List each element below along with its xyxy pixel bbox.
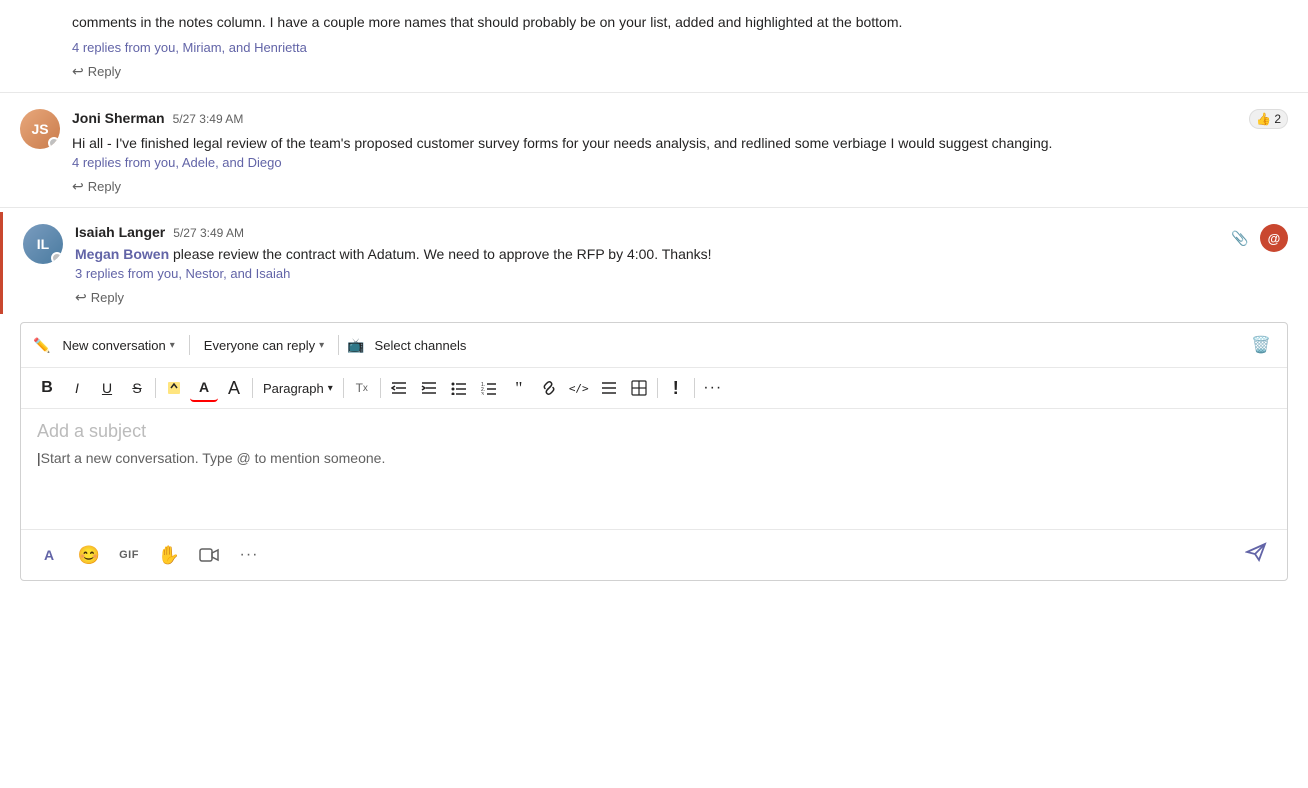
fmt-separator1 <box>155 378 156 398</box>
fmt-separator6 <box>694 378 695 398</box>
avatar-status-badge <box>48 137 60 149</box>
at-mention-icon[interactable]: @ <box>1260 224 1288 252</box>
divider <box>0 92 1308 93</box>
video-button[interactable] <box>193 539 225 571</box>
select-channels-button[interactable]: Select channels <box>369 334 473 357</box>
toolbar-separator1 <box>189 335 190 355</box>
main-container: comments in the notes column. I have a c… <box>0 0 1308 788</box>
paragraph-label: Paragraph <box>263 381 324 396</box>
compose-body[interactable]: Add a subject |Start a new conversation.… <box>21 409 1287 529</box>
reply-button-isaiah[interactable]: ↩ Reply <box>75 289 124 306</box>
everyone-can-reply-button[interactable]: Everyone can reply ▾ <box>198 334 330 357</box>
compose-toolbar-top: ✏️ New conversation ▾ Everyone can reply… <box>21 323 1287 368</box>
paragraph-chevron-icon: ▾ <box>328 383 333 394</box>
svg-text:3.: 3. <box>481 392 485 395</box>
reply-arrow-icon: ↩ <box>72 63 84 80</box>
messages-area: comments in the notes column. I have a c… <box>0 0 1308 788</box>
more-formatting-button[interactable]: ··· <box>699 374 727 402</box>
fmt-separator3 <box>343 378 344 398</box>
new-conversation-button[interactable]: New conversation ▾ <box>56 334 180 357</box>
font-color-button[interactable]: A <box>190 374 218 402</box>
more-actions-button[interactable]: ··· <box>233 539 265 571</box>
message-item-joni: JS Joni Sherman 5/27 3:49 AM 👍 2 Hi all … <box>0 97 1308 203</box>
message-text: comments in the notes column. I have a c… <box>72 12 1288 33</box>
formatting-toolbar: B I U S A A Paragraph ▾ <box>21 368 1287 409</box>
italic-button[interactable]: I <box>63 374 91 402</box>
reply-label-joni: Reply <box>88 179 121 194</box>
replies-link[interactable]: 4 replies from you, Miriam, and Henriett… <box>72 40 307 55</box>
body-text-placeholder: Start a new conversation. Type @ to ment… <box>41 450 386 466</box>
divider2 <box>0 207 1308 208</box>
message-time-joni: 5/27 3:49 AM <box>173 112 244 126</box>
format-text-button[interactable]: A <box>33 539 65 571</box>
toolbar-separator2 <box>338 335 339 355</box>
reply-arrow-icon-isaiah: ↩ <box>75 289 87 306</box>
table-button[interactable] <box>625 374 653 402</box>
message-time-isaiah: 5/27 3:49 AM <box>173 226 244 240</box>
mention-text: Megan Bowen <box>75 246 169 262</box>
fmt-separator4 <box>380 378 381 398</box>
emoji-button[interactable]: 😊 <box>73 539 105 571</box>
replies-link-joni[interactable]: 4 replies from you, Adele, and Diego <box>72 155 282 170</box>
paragraph-select-button[interactable]: Paragraph ▾ <box>257 379 339 398</box>
reply-arrow-icon-joni: ↩ <box>72 178 84 195</box>
message-content-joni: Joni Sherman 5/27 3:49 AM 👍 2 Hi all - I… <box>72 109 1288 195</box>
reply-label-isaiah: Reply <box>91 290 124 305</box>
reply-button[interactable]: ↩ Reply <box>72 63 121 80</box>
important-button[interactable]: ! <box>662 374 690 402</box>
avatar-isaiah: IL <box>23 224 63 264</box>
avatar-initials: JS <box>31 121 48 137</box>
reply-label: Reply <box>88 64 121 79</box>
reply-button-joni[interactable]: ↩ Reply <box>72 178 121 195</box>
replies-link-isaiah[interactable]: 3 replies from you, Nestor, and Isaiah <box>75 266 290 281</box>
message-item-isaiah: IL Isaiah Langer 5/27 3:49 AM Megan Bowe… <box>0 212 1308 314</box>
select-channels-label: Select channels <box>375 338 467 353</box>
bold-button[interactable]: B <box>33 374 61 402</box>
code-button[interactable]: </> <box>565 374 593 402</box>
fmt-separator5 <box>657 378 658 398</box>
avatar-joni: JS <box>20 109 60 149</box>
message-text-isaiah: Megan Bowen please review the contract w… <box>75 244 1288 265</box>
edit-icon: ✏️ <box>33 337 50 354</box>
channels-icon: 📺 <box>347 337 364 354</box>
message-header-joni: Joni Sherman 5/27 3:49 AM 👍 2 <box>72 109 1288 129</box>
clear-format-button[interactable]: Tx <box>348 374 376 402</box>
decrease-indent-button[interactable] <box>385 374 413 402</box>
align-button[interactable] <box>595 374 623 402</box>
reaction-badge-joni[interactable]: 👍 2 <box>1249 109 1288 129</box>
paperclip-icon[interactable]: 📎 <box>1228 226 1252 250</box>
new-conversation-label: New conversation <box>62 338 165 353</box>
message-content: comments in the notes column. I have a c… <box>72 12 1288 80</box>
font-size-button[interactable]: A <box>220 374 248 402</box>
subject-placeholder[interactable]: Add a subject <box>37 421 1271 442</box>
send-button[interactable] <box>1237 538 1275 572</box>
strikethrough-button[interactable]: S <box>123 374 151 402</box>
body-placeholder[interactable]: |Start a new conversation. Type @ to men… <box>37 450 1271 466</box>
message-text-joni: Hi all - I've finished legal review of t… <box>72 133 1288 154</box>
quote-button[interactable]: " <box>505 374 533 402</box>
message-item: comments in the notes column. I have a c… <box>0 0 1308 88</box>
bullet-list-button[interactable] <box>445 374 473 402</box>
message-content-isaiah: Isaiah Langer 5/27 3:49 AM Megan Bowen p… <box>75 224 1288 306</box>
avatar-status-badge-isaiah <box>51 252 63 264</box>
numbered-list-button[interactable]: 1.2.3. <box>475 374 503 402</box>
fmt-separator2 <box>252 378 253 398</box>
avatar-initials-isaiah: IL <box>37 236 49 252</box>
chevron-down-icon: ▾ <box>170 340 175 351</box>
compose-area: ✏️ New conversation ▾ Everyone can reply… <box>20 322 1288 581</box>
everyone-can-reply-label: Everyone can reply <box>204 338 315 353</box>
highlight-button[interactable] <box>160 374 188 402</box>
link-button[interactable] <box>535 374 563 402</box>
gif-button[interactable]: GIF <box>113 539 145 571</box>
sticker-hand-button[interactable]: ✋ <box>153 539 185 571</box>
compose-footer: A 😊 GIF ✋ ··· <box>21 529 1287 580</box>
sender-name-isaiah: Isaiah Langer <box>75 224 165 240</box>
chevron-down-icon2: ▾ <box>319 340 324 351</box>
underline-button[interactable]: U <box>93 374 121 402</box>
discard-button[interactable]: 🗑️ <box>1247 331 1275 359</box>
sender-name-joni: Joni Sherman <box>72 110 165 126</box>
increase-indent-button[interactable] <box>415 374 443 402</box>
message-header-isaiah: Isaiah Langer 5/27 3:49 AM <box>75 224 1288 240</box>
